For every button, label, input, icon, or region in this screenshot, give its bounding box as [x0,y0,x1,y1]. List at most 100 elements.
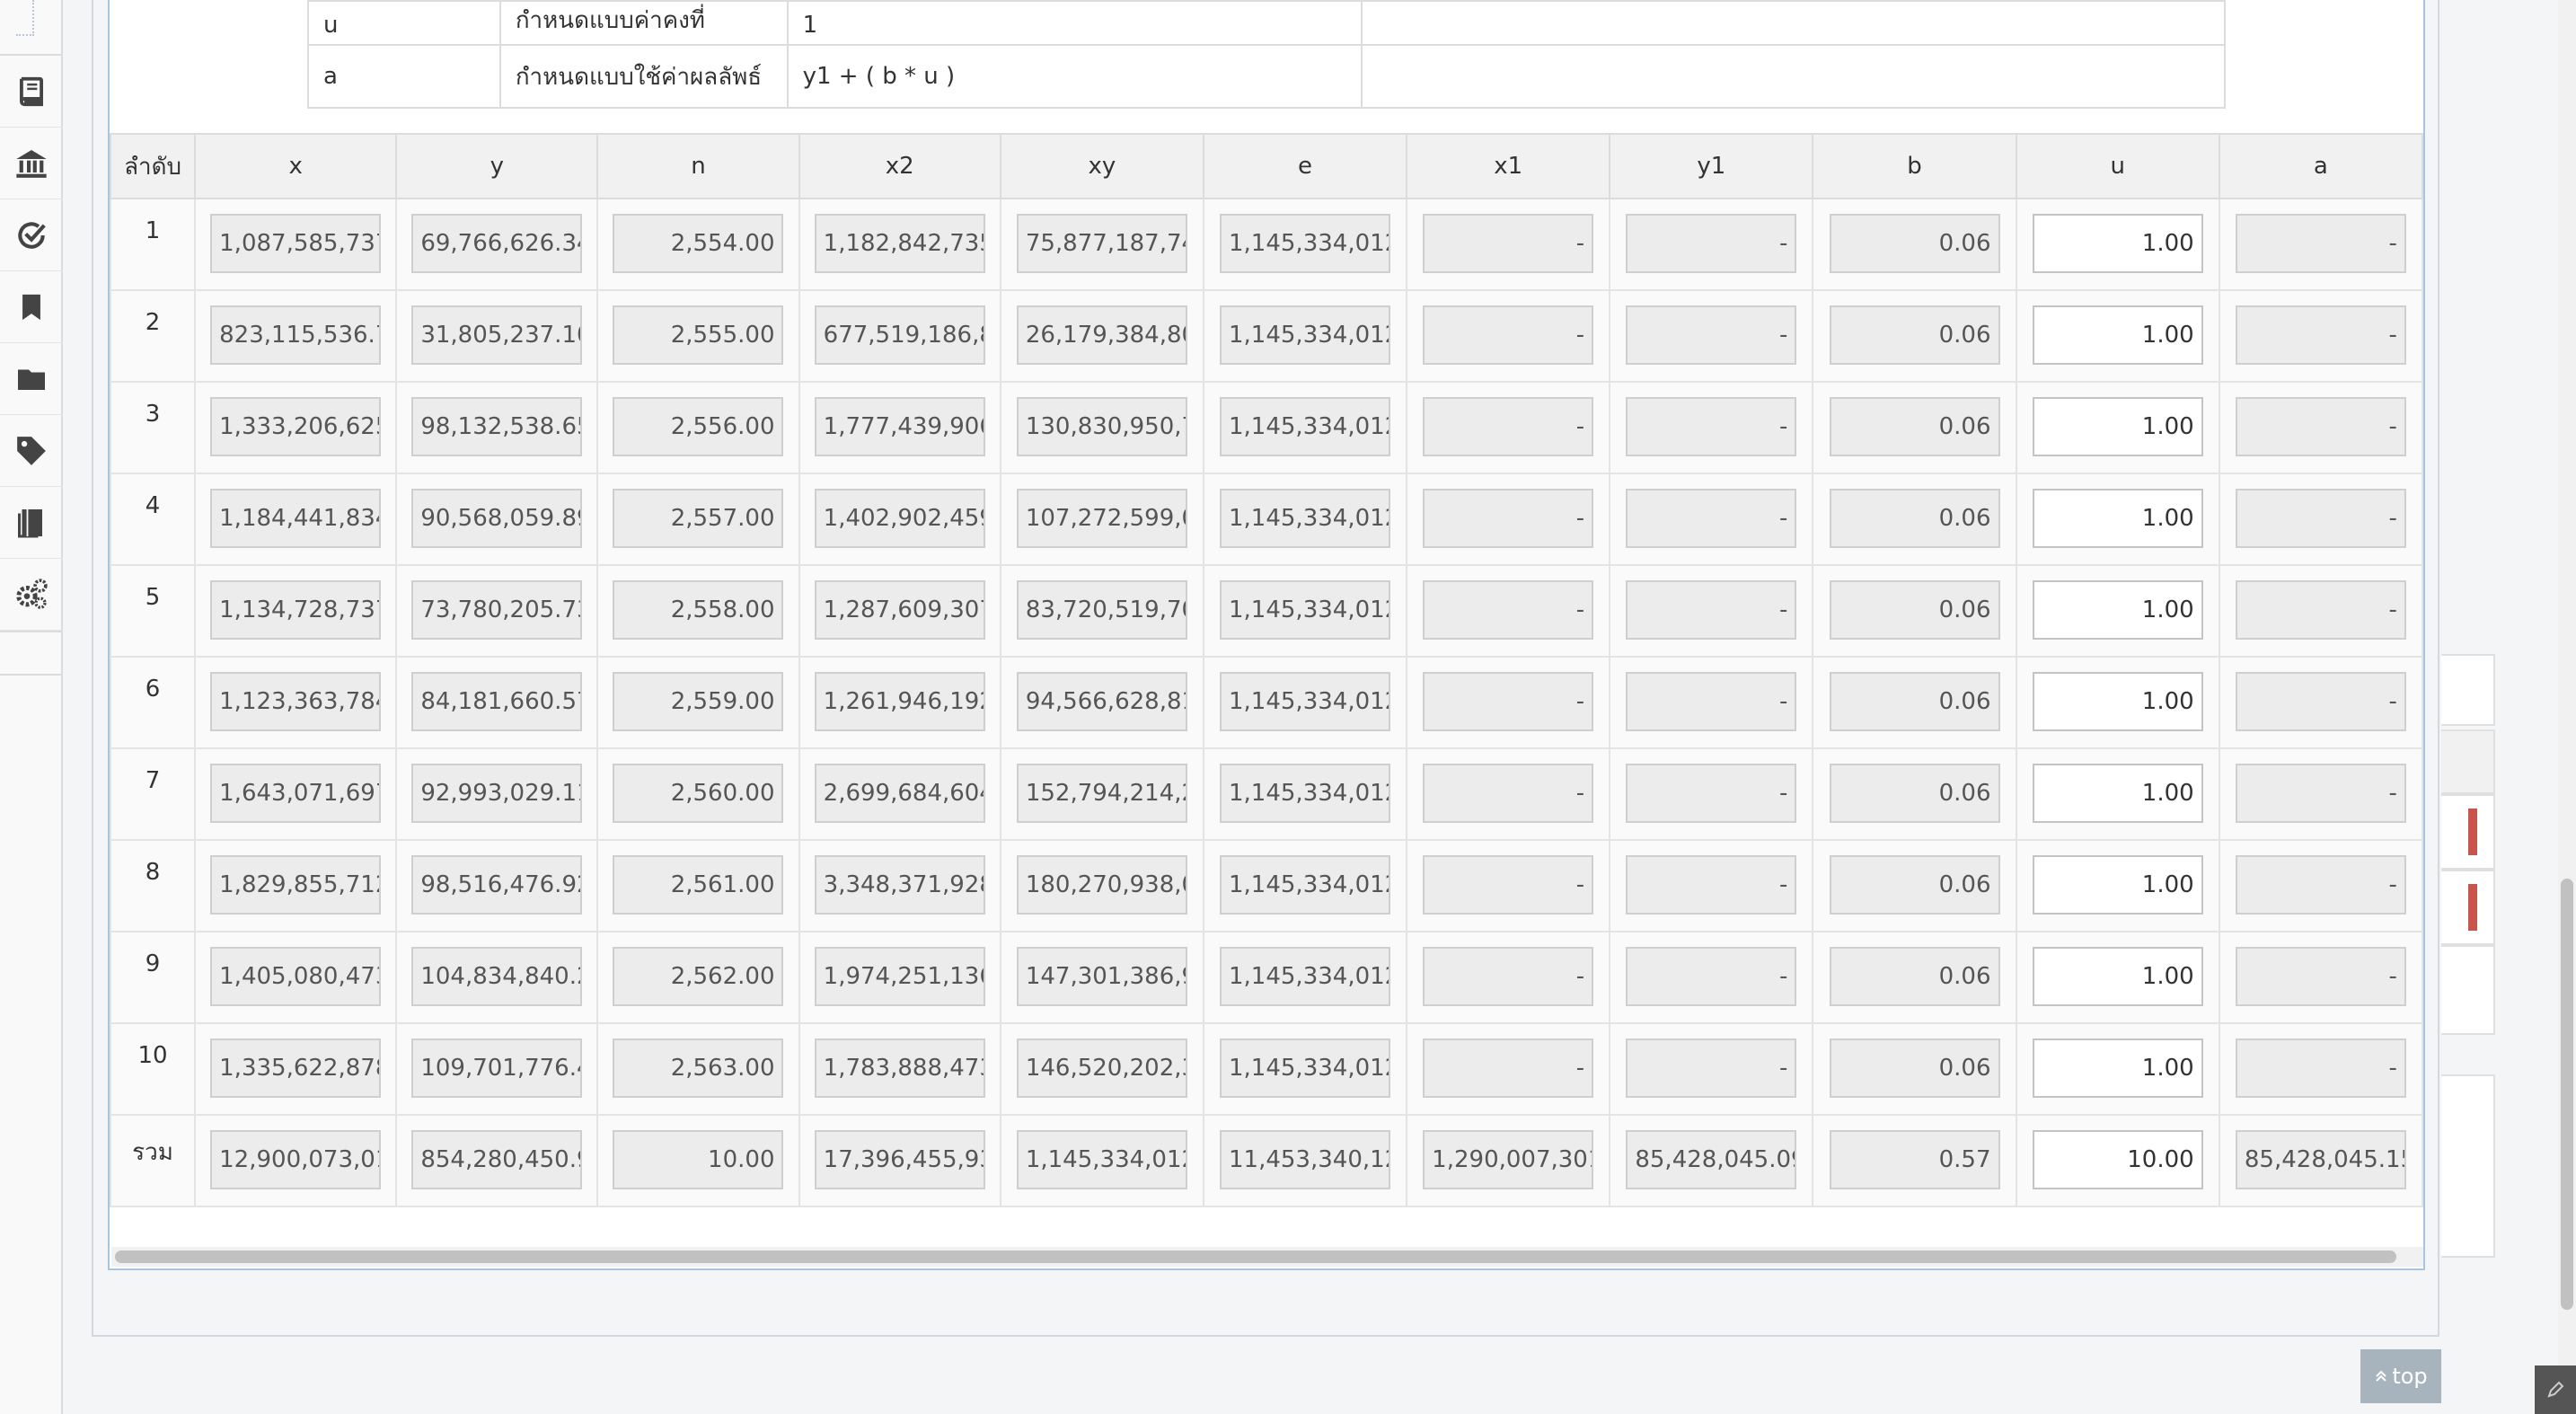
readonly-field-x: 823,115,536.7 [210,305,382,365]
readonly-field-y: 69,766,626.34 [411,214,583,273]
u-input-u[interactable]: 1.00 [2032,1038,2203,1098]
cell-a: - [2218,198,2423,291]
scrollbar-thumb[interactable] [115,1251,2396,1263]
page-scrollbar[interactable] [2558,0,2576,1414]
readonly-field-e: 1,145,334,012 [1220,580,1390,640]
readonly-field-a: - [2235,672,2406,731]
page-scrollbar-thumb[interactable] [2561,879,2573,1310]
cell-y1: - [1609,564,1814,658]
cell-y1: - [1609,656,1814,749]
u-input-u[interactable]: 1.00 [2032,855,2203,915]
cell-u: 1.00 [2015,564,2220,658]
pencil-icon[interactable] [2535,1365,2576,1414]
tag-icon[interactable] [0,415,63,487]
cell-x: 1,123,363,784 [194,656,398,749]
cell-n: 10.00 [596,1114,800,1207]
cell-u: 1.00 [2015,473,2220,566]
cell-x: 1,405,080,473 [194,931,398,1024]
readonly-field-x1: - [1423,1038,1594,1098]
cell-x2: 2,699,684,604 [798,747,1001,841]
bookmark-icon[interactable] [0,271,63,343]
param-key: u [307,0,501,46]
readonly-field-y1: - [1626,1038,1797,1098]
cell-u: 10.00 [2015,1114,2220,1207]
cell-x1: - [1406,289,1611,383]
u-input-u[interactable]: 1.00 [2032,214,2203,273]
readonly-field-xy: 94,566,628,81 [1016,672,1187,731]
readonly-field-x1: - [1423,489,1594,548]
param-row-a: a กำหนดแบบใช้ค่าผลลัพธ์ y1 + ( b * u ) [307,44,2227,109]
horizontal-scrollbar[interactable] [111,1247,2423,1267]
readonly-field-x1: - [1423,397,1594,456]
bank-icon[interactable] [0,128,63,199]
cell-u: 1.00 [2015,747,2220,841]
cell-a: - [2218,564,2423,658]
u-input-u[interactable]: 1.00 [2032,580,2203,640]
readonly-field-x2: 1,777,439,906 [814,397,985,456]
folder-icon[interactable] [0,343,63,415]
cell-x2: 1,402,902,459 [798,473,1001,566]
readonly-field-x: 1,335,622,878 [210,1038,382,1098]
cell-x2: 3,348,371,928 [798,839,1001,932]
cell-y: 98,516,476.92 [395,839,599,932]
u-input-u[interactable]: 1.00 [2032,764,2203,823]
readonly-field-b: 0.06 [1829,580,2000,640]
book-icon[interactable] [0,56,63,128]
cell-x1: - [1406,473,1611,566]
cell-x1: - [1406,747,1611,841]
notebook-icon[interactable] [0,487,63,559]
u-input-u[interactable]: 10.00 [2032,1130,2203,1189]
readonly-field-y1: 85,428,045.09 [1626,1130,1797,1189]
readonly-field-x2: 1,182,842,735 [814,214,985,273]
side-panel-row [2441,945,2495,1035]
readonly-field-y: 73,780,205.73 [411,580,583,640]
total-label: รวม [110,1114,197,1207]
readonly-field-b: 0.06 [1829,214,2000,273]
readonly-field-n: 2,555.00 [613,305,784,365]
param-description: กำหนดแบบใช้ค่าผลลัพธ์ [498,44,789,109]
cell-xy: 147,301,386,9 [999,931,1204,1024]
settings-gears-icon[interactable] [0,559,63,631]
readonly-field-e: 1,145,334,012 [1220,672,1390,731]
readonly-field-x: 1,829,855,712 [210,855,382,915]
side-panel-row [2441,1074,2495,1258]
cell-a: - [2218,931,2423,1024]
cell-xy: 26,179,384,80 [999,289,1204,383]
cell-b: 0.06 [1812,931,2017,1024]
back-to-top-button[interactable]: top [2360,1349,2441,1403]
cell-b: 0.06 [1812,1022,2017,1116]
u-input-u[interactable]: 1.00 [2032,305,2203,365]
cell-x: 1,335,622,878 [194,1022,398,1116]
readonly-field-x: 12,900,073,01 [210,1130,382,1189]
readonly-field-x: 1,123,363,784 [210,672,382,731]
cell-e: 1,145,334,012 [1202,931,1408,1024]
cell-x1: - [1406,381,1611,474]
column-header-b: b [1812,133,2017,199]
readonly-field-y: 104,834,840.2 [411,947,583,1006]
checklist-icon[interactable] [0,199,63,271]
u-input-u[interactable]: 1.00 [2032,947,2203,1006]
readonly-field-a: - [2235,947,2406,1006]
delete-button-edge[interactable] [2468,809,2477,855]
readonly-field-y: 84,181,660.57 [411,672,583,731]
row-index: 8 [110,839,197,932]
delete-button-edge[interactable] [2468,884,2477,931]
column-header-y: y [395,133,599,199]
readonly-field-x1: - [1423,672,1594,731]
u-input-u[interactable]: 1.00 [2032,489,2203,548]
readonly-field-x: 1,184,441,834 [210,489,382,548]
readonly-field-x: 1,134,728,737 [210,580,382,640]
readonly-field-b: 0.57 [1829,1130,2000,1189]
readonly-field-y: 98,132,538.65 [411,397,583,456]
cell-xy: 1,145,334,012 [999,1114,1204,1207]
readonly-field-a: - [2235,305,2406,365]
cell-x2: 1,261,946,192 [798,656,1001,749]
u-input-u[interactable]: 1.00 [2032,397,2203,456]
cell-x1: - [1406,931,1611,1024]
data-grid: ลำดับ x y n x2 xy e x1 y1 b u a 1 1,087,585,737 69,76… [110,133,2423,1207]
data-grid-scroll-area[interactable]: ลำดับ x y n x2 xy e x1 y1 b u a 1 1,087,585,737 69,76… [110,133,2423,1207]
u-input-u[interactable]: 1.00 [2032,672,2203,731]
row-index: 10 [110,1022,197,1116]
readonly-field-x1: - [1423,947,1594,1006]
cell-u: 1.00 [2015,381,2220,474]
